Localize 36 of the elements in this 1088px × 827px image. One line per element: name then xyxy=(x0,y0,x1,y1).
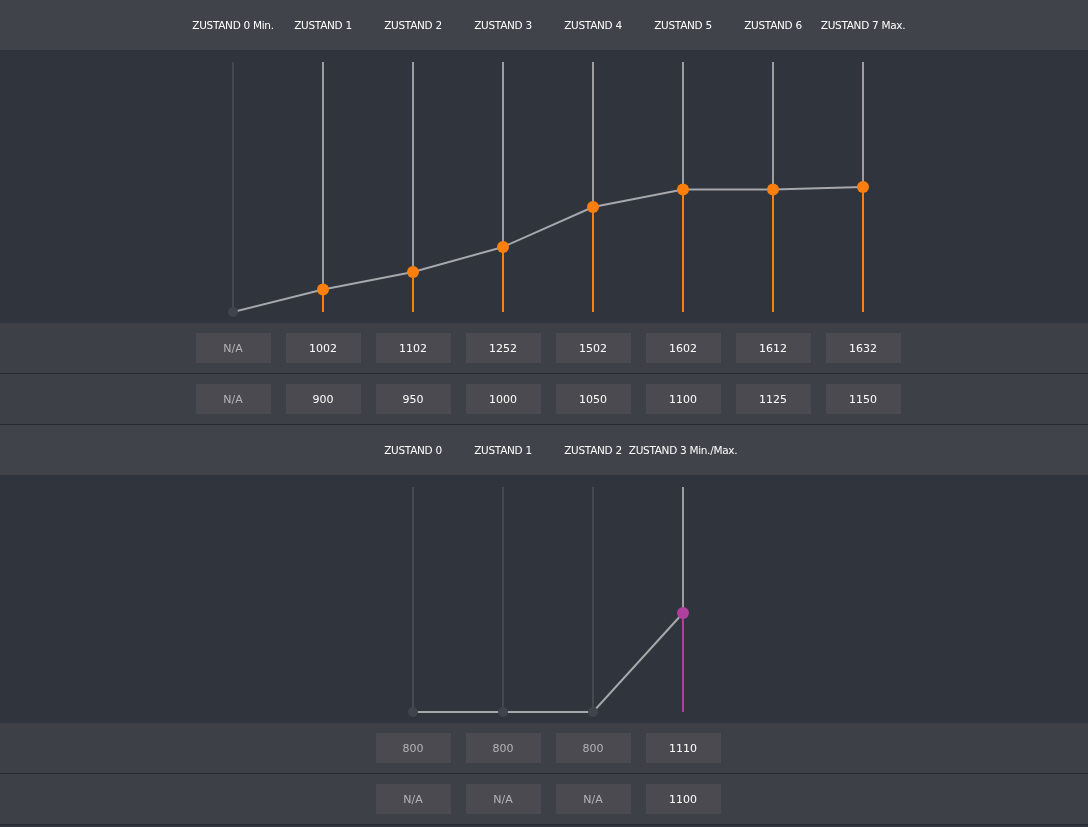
slider-thumb[interactable] xyxy=(677,183,689,196)
value-field[interactable]: 1100 xyxy=(645,384,721,414)
slider-thumb[interactable] xyxy=(767,183,779,196)
value-field[interactable]: 1050 xyxy=(555,384,631,414)
state-label: ZUSTAND 2 xyxy=(564,444,622,456)
value-field[interactable]: 900 xyxy=(285,384,361,414)
value-field[interactable]: 1000 xyxy=(465,384,541,414)
state-label: ZUSTAND 2 xyxy=(384,19,442,31)
state-label: ZUSTAND 0 Min. xyxy=(192,19,274,31)
slider-thumb[interactable] xyxy=(317,283,329,296)
state-label: ZUSTAND 6 xyxy=(744,19,802,31)
value-field[interactable]: 1002 xyxy=(285,333,361,363)
value-field[interactable]: 1602 xyxy=(645,333,721,363)
slider-thumb[interactable] xyxy=(677,607,689,619)
state-label: ZUSTAND 5 xyxy=(654,19,712,31)
value-field[interactable]: 950 xyxy=(375,384,451,414)
state-label: ZUSTAND 0 xyxy=(384,444,442,456)
value-field[interactable]: 1502 xyxy=(555,333,631,363)
slider-thumb[interactable] xyxy=(857,181,869,193)
slider-thumb[interactable] xyxy=(407,266,419,278)
value-field[interactable]: 1110 xyxy=(645,733,721,763)
slider-thumb[interactable] xyxy=(497,241,509,253)
value-field[interactable]: 1102 xyxy=(375,333,451,363)
state-label: ZUSTAND 1 xyxy=(474,444,532,456)
state-label: ZUSTAND 3 xyxy=(474,19,532,31)
value-field[interactable]: 1632 xyxy=(825,333,901,363)
value-field[interactable]: 1100 xyxy=(645,784,721,814)
state-label: ZUSTAND 4 xyxy=(564,19,622,31)
value-field[interactable]: 1125 xyxy=(735,384,811,414)
value-field[interactable]: 1612 xyxy=(735,333,811,363)
state-label: ZUSTAND 1 xyxy=(294,19,352,31)
slider-thumb[interactable] xyxy=(587,201,599,213)
value-field[interactable]: 1252 xyxy=(465,333,541,363)
value-field[interactable]: 1150 xyxy=(825,384,901,414)
state-label: ZUSTAND 3 Min./Max. xyxy=(628,444,738,456)
state-label: ZUSTAND 7 Max. xyxy=(820,19,906,31)
